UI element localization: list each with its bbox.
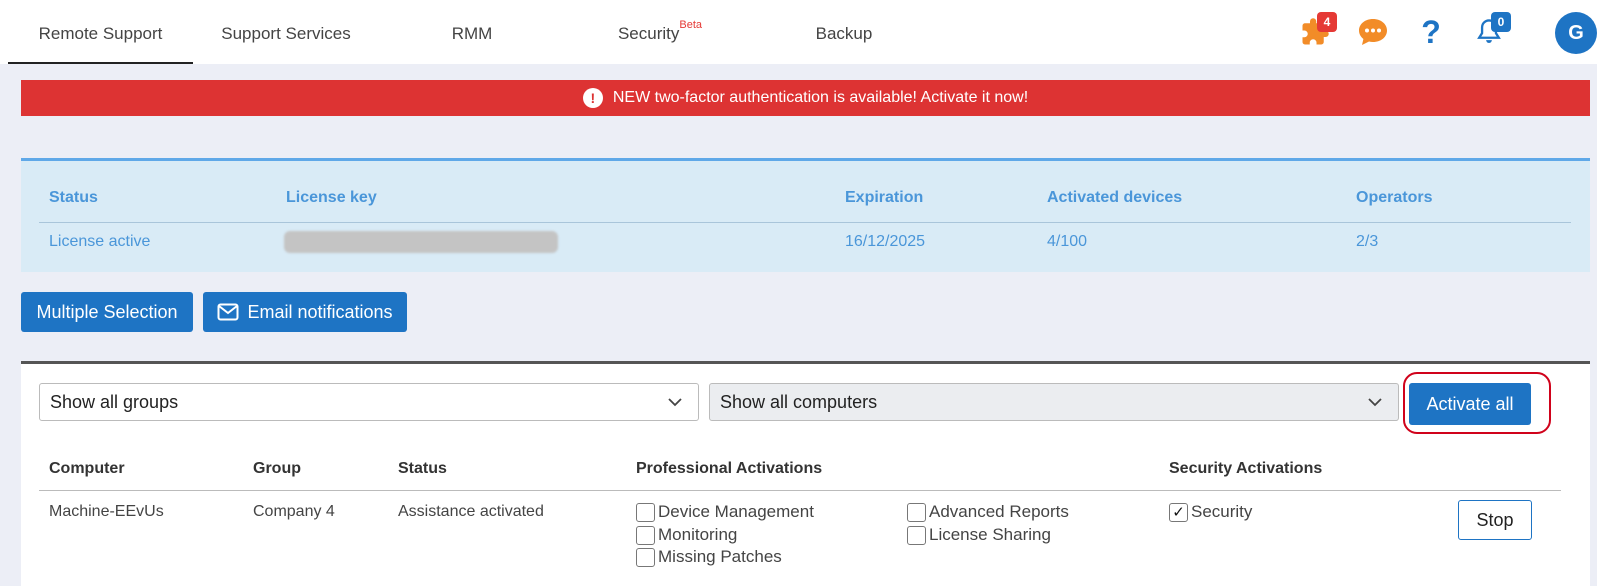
stop-label: Stop [1476,509,1514,530]
checkbox-box [907,502,926,522]
license-devices-header: Activated devices [1047,189,1183,206]
tab-security[interactable]: SecurityBeta [590,0,730,64]
tab-support-services[interactable]: Support Services [200,0,372,64]
row-status: Assistance activated [398,503,544,520]
col-header-security: Security Activations [1169,460,1323,477]
stop-button[interactable]: Stop [1458,500,1532,540]
group-name: Company 4 [253,503,335,520]
tab-label: Security [617,24,680,43]
user-avatar[interactable]: G [1555,12,1597,54]
license-panel: Status License key Expiration Activated … [21,158,1590,272]
help-button[interactable]: ? [1413,14,1449,50]
computer-name: Machine-EEvUs [49,503,164,520]
col-header-status: Status [398,460,447,477]
checkmark-icon: ✓ [1169,502,1188,522]
two-factor-alert-banner[interactable]: ! NEW two-factor authentication is avail… [21,80,1590,116]
tab-rmm[interactable]: RMM [420,0,524,64]
advanced-reports-checkbox[interactable]: Advanced Reports [907,502,1069,522]
email-notifications-button[interactable]: Email notifications [203,292,407,332]
checkbox-box [636,547,655,567]
license-operators-header: Operators [1356,189,1433,206]
group-filter-select[interactable]: Show all groups [39,383,699,421]
table-header-divider [39,490,1561,491]
license-operators-value: 2/3 [1356,233,1379,250]
checkbox-label: Missing Patches [658,547,782,566]
chat-button[interactable] [1355,14,1391,50]
license-key-header: License key [286,189,377,206]
question-mark-icon: ? [1421,13,1441,50]
chevron-down-icon [668,398,682,407]
alert-text: NEW two-factor authentication is availab… [612,89,1029,106]
license-status-header: Status [49,189,98,206]
notification-count-badge: 0 [1491,12,1511,32]
tab-label: Backup [815,24,873,43]
col-header-group: Group [253,460,301,477]
license-sharing-checkbox[interactable]: License Sharing [907,525,1051,545]
multiple-selection-label: Multiple Selection [36,301,178,322]
missing-patches-checkbox[interactable]: Missing Patches [636,547,782,567]
license-header-row: Status License key Expiration Activated … [39,189,1571,223]
checkbox-box [907,525,926,545]
license-expiration-header: Expiration [845,189,924,206]
license-devices-value: 4/100 [1047,233,1088,250]
checkbox-label: License Sharing [929,525,1051,544]
tab-backup[interactable]: Backup [790,0,898,64]
tab-label: Remote Support [38,24,163,43]
security-checkbox[interactable]: ✓ Security [1169,502,1252,522]
checkbox-box [636,502,655,522]
beta-badge: Beta [679,19,703,32]
group-filter-value: Show all groups [50,392,179,412]
multiple-selection-button[interactable]: Multiple Selection [21,292,193,332]
license-key-redacted [284,231,558,253]
tab-remote-support[interactable]: Remote Support [8,0,193,64]
monitoring-checkbox[interactable]: Monitoring [636,525,737,545]
col-header-professional: Professional Activations [636,460,823,477]
envelope-icon [217,303,239,321]
top-navigation: Remote Support Support Services RMM Secu… [0,0,1597,64]
activate-all-label: Activate all [1426,393,1514,414]
checkbox-label: Security [1191,502,1253,521]
checkbox-label: Monitoring [658,525,738,544]
tab-label: Support Services [221,24,351,43]
checkbox-label: Advanced Reports [929,502,1069,521]
chat-bubble-icon [1359,19,1387,45]
device-management-checkbox[interactable]: Device Management [636,502,814,522]
computer-filter-value: Show all computers [720,392,878,412]
devices-panel: Show all groups Show all computers Activ… [21,361,1590,586]
tab-label: RMM [451,24,493,43]
col-header-computer: Computer [49,460,125,477]
checkbox-box [636,525,655,545]
addons-button[interactable]: 4 [1297,12,1337,50]
computer-filter-select[interactable]: Show all computers [709,383,1399,421]
exclamation-icon: ! [582,88,603,108]
license-expiration-value: 16/12/2025 [845,233,926,250]
notifications-button[interactable]: 0 [1471,12,1511,50]
activate-all-button[interactable]: Activate all [1409,383,1531,425]
checkbox-label: Device Management [658,502,814,521]
license-status-value: License active [49,233,151,250]
chevron-down-icon [1368,398,1382,407]
email-notifications-label: Email notifications [247,301,393,322]
addons-count-badge: 4 [1317,12,1337,32]
